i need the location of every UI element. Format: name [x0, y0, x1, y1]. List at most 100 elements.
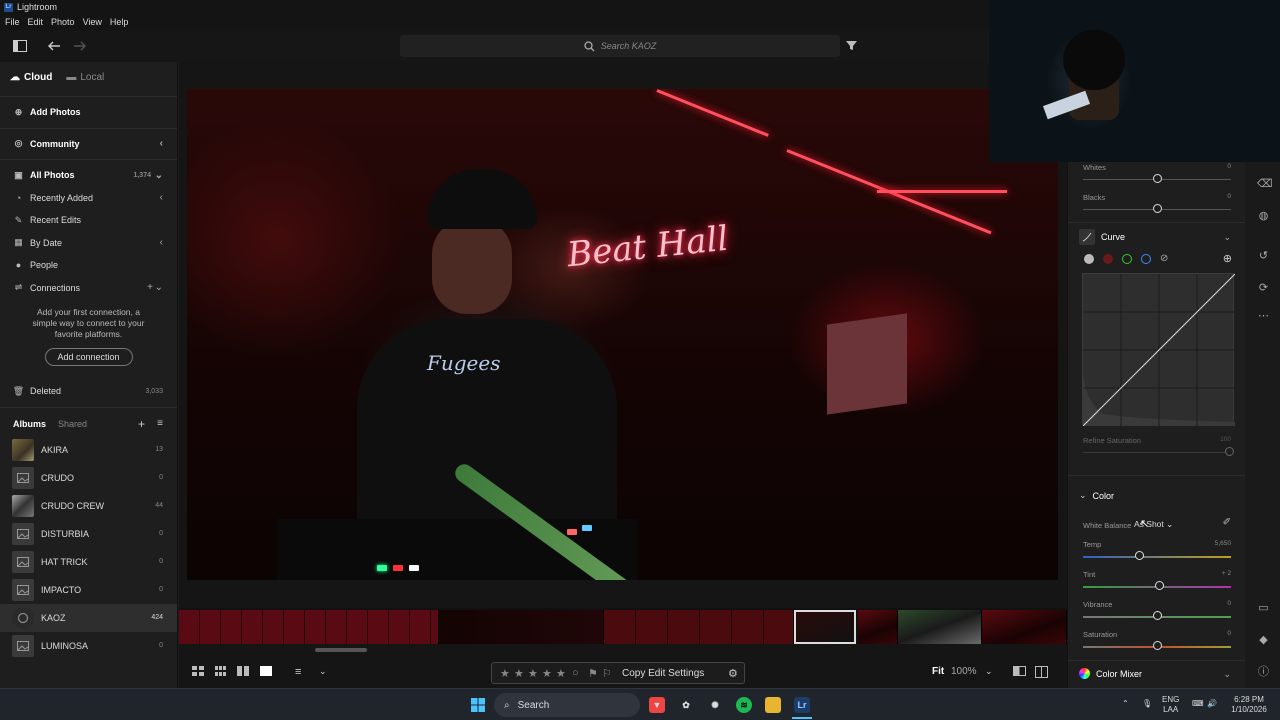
- album-item[interactable]: CRUDO CREW 44: [0, 492, 177, 520]
- versions-icon[interactable]: ⟳: [1257, 282, 1270, 295]
- chevron-down-icon[interactable]: ⌄: [985, 666, 993, 677]
- chevron-left-icon[interactable]: ‹: [160, 237, 163, 248]
- menu-help[interactable]: Help: [110, 17, 129, 27]
- eraser-icon[interactable]: ⌫: [1257, 178, 1273, 191]
- sidebar-item-recently-added[interactable]: ◔ Recently Added ‹: [0, 187, 177, 210]
- tab-albums[interactable]: Albums: [13, 419, 46, 429]
- chevron-down-icon[interactable]: ⌄: [1223, 669, 1231, 680]
- reject-flag-icon[interactable]: ⚐: [602, 667, 612, 680]
- temp-slider[interactable]: [1083, 556, 1231, 558]
- tab-shared[interactable]: Shared: [58, 419, 87, 429]
- star-icon[interactable]: ★: [528, 667, 538, 680]
- add-photos-button[interactable]: ⊕ Add Photos: [0, 101, 177, 124]
- filter-icon[interactable]: [846, 40, 858, 52]
- filmstrip-thumbnail[interactable]: [898, 610, 982, 644]
- sidebar-item-all-photos[interactable]: ▣ All Photos 1,374 ⌄: [0, 164, 177, 187]
- album-item[interactable]: AKIRA 13: [0, 436, 177, 464]
- chevron-down-icon[interactable]: ⌄: [319, 666, 327, 677]
- add-album-icon[interactable]: +: [138, 417, 145, 431]
- history-icon[interactable]: ↺: [1257, 250, 1270, 263]
- album-item[interactable]: HAT TRICK 0: [0, 548, 177, 576]
- chatgpt-icon[interactable]: ✿: [678, 697, 694, 713]
- filmstrip-thumbnail[interactable]: [982, 610, 1067, 644]
- network-icon[interactable]: ⌨: [1192, 699, 1204, 709]
- clock[interactable]: 6:28 PM 1/10/2026: [1228, 695, 1270, 715]
- eyedropper-icon[interactable]: ✐: [1223, 517, 1231, 528]
- plus-icon[interactable]: +: [147, 282, 153, 293]
- masking-icon[interactable]: ◍: [1257, 210, 1270, 223]
- tint-slider-knob[interactable]: [1155, 581, 1165, 590]
- sidebar-item-recent-edits[interactable]: ✎ Recent Edits: [0, 209, 177, 232]
- star-icon[interactable]: ★: [556, 667, 566, 680]
- star-icon[interactable]: ★: [542, 667, 552, 680]
- spotify-icon[interactable]: ≋: [736, 697, 752, 713]
- microphone-icon[interactable]: 🎙: [1142, 699, 1152, 709]
- album-item[interactable]: CRUDO 0: [0, 464, 177, 492]
- grid-view-icon[interactable]: [192, 666, 204, 679]
- album-item[interactable]: DISTURBIA 0: [0, 520, 177, 548]
- filmstrip-thumbnails[interactable]: [179, 610, 439, 644]
- copy-edit-settings-button[interactable]: Copy Edit Settings: [622, 668, 704, 679]
- windows-start-icon[interactable]: [470, 697, 486, 713]
- tag-icon[interactable]: ◆: [1257, 634, 1270, 647]
- filmstrip-thumbnails[interactable]: [439, 610, 604, 644]
- refine-saturation-slider[interactable]: [1083, 452, 1231, 453]
- menu-edit[interactable]: Edit: [28, 17, 44, 27]
- rgb-channel-icon[interactable]: [1084, 253, 1094, 264]
- volume-icon[interactable]: 🔊: [1207, 699, 1217, 709]
- flag-icon[interactable]: ⚑: [588, 667, 598, 680]
- single-view-icon[interactable]: [260, 666, 272, 679]
- square-grid-icon[interactable]: [215, 666, 227, 679]
- fit-button[interactable]: Fit: [932, 666, 944, 677]
- menu-file[interactable]: File: [5, 17, 20, 27]
- album-item-selected[interactable]: KAOZ 424: [0, 603, 177, 632]
- gear-icon[interactable]: ⚙: [728, 667, 738, 680]
- sidebar-item-deleted[interactable]: 🗑 Deleted 3,033: [0, 380, 177, 403]
- sort-icon[interactable]: ≡: [157, 418, 163, 429]
- chevron-down-icon[interactable]: ⌄: [1223, 232, 1231, 243]
- blacks-slider-knob[interactable]: [1152, 204, 1162, 213]
- menu-photo[interactable]: Photo: [51, 17, 75, 27]
- sidebar-item-by-date[interactable]: ▦ By Date ‹: [0, 232, 177, 255]
- filmstrip-thumbnail-selected[interactable]: [794, 610, 856, 644]
- info-icon[interactable]: ⓘ: [1257, 666, 1270, 679]
- star-icon[interactable]: ★: [500, 667, 510, 680]
- green-channel-icon[interactable]: [1122, 253, 1132, 264]
- parametric-curve-icon[interactable]: ⊘: [1160, 253, 1168, 264]
- album-item[interactable]: IMPACTO 0: [0, 576, 177, 604]
- before-after-icon[interactable]: [1013, 666, 1026, 679]
- curve-header[interactable]: Curve: [1079, 229, 1125, 245]
- sidebar-item-community[interactable]: ◎ Community ‹: [0, 133, 177, 156]
- filmstrip-scrollbar[interactable]: [315, 648, 367, 652]
- split-view-icon[interactable]: [1035, 666, 1048, 681]
- chevron-left-icon[interactable]: ‹: [160, 138, 163, 149]
- panel-toggle-icon[interactable]: [12, 38, 28, 54]
- lightroom-taskbar-icon[interactable]: Lr: [794, 697, 810, 713]
- color-mixer-header[interactable]: Color Mixer: [1079, 668, 1142, 679]
- photo-preview[interactable]: Beat Hall Fugees: [187, 89, 1058, 580]
- blue-channel-icon[interactable]: [1141, 253, 1151, 264]
- file-explorer-icon[interactable]: [765, 697, 781, 713]
- chevron-down-icon[interactable]: ⌄: [155, 282, 163, 293]
- tab-cloud[interactable]: ☁ Cloud: [10, 72, 52, 83]
- menu-view[interactable]: View: [83, 17, 102, 27]
- circle-icon[interactable]: ○: [572, 667, 579, 679]
- filmstrip-thumbnail[interactable]: [858, 610, 898, 644]
- taskbar-search[interactable]: ⌕ Search: [494, 693, 640, 717]
- search-input[interactable]: Search KAOZ: [400, 35, 840, 57]
- comment-icon[interactable]: ▭: [1257, 602, 1270, 615]
- chevron-left-icon[interactable]: ‹: [160, 192, 163, 203]
- vibrance-slider-knob[interactable]: [1152, 611, 1162, 620]
- zoom-level[interactable]: 100%: [951, 666, 977, 677]
- app-icon[interactable]: ✺: [707, 697, 723, 713]
- back-arrow-icon[interactable]: [46, 38, 62, 54]
- sort-icon[interactable]: ≡: [295, 666, 301, 678]
- chevron-up-icon[interactable]: ⌃: [1122, 699, 1129, 709]
- add-connection-button[interactable]: Add connection: [44, 348, 133, 366]
- refine-saturation-knob[interactable]: [1225, 447, 1234, 456]
- sidebar-item-people[interactable]: ● People: [0, 254, 177, 277]
- star-icon[interactable]: ★: [514, 667, 524, 680]
- language-indicator[interactable]: ENG LAA: [1162, 695, 1179, 715]
- whites-slider-knob[interactable]: [1152, 174, 1162, 183]
- filmstrip-thumbnails[interactable]: [604, 610, 794, 644]
